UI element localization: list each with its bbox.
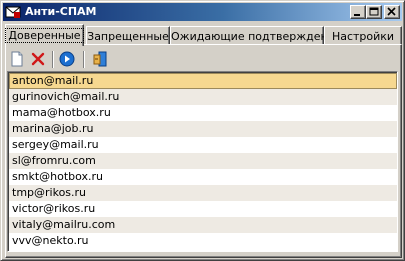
- list-item[interactable]: tmp@rikos.ru: [9, 185, 397, 201]
- tab-strip: Доверенные Запрещенные Ожидающие подтвер…: [5, 24, 402, 46]
- envelope-icon: [5, 4, 21, 20]
- minimize-icon: [354, 14, 360, 16]
- go-icon: [59, 51, 75, 67]
- delete-icon: [31, 52, 45, 66]
- toolbar-separator: [83, 51, 85, 68]
- list-item[interactable]: anton@mail.ru: [9, 73, 397, 89]
- tab-label: Запрещенные: [87, 30, 169, 43]
- maximize-button[interactable]: [366, 5, 382, 19]
- delete-button[interactable]: [29, 50, 47, 68]
- tab-blocked[interactable]: Запрещенные: [86, 26, 170, 45]
- window-title: Анти-СПАМ: [25, 5, 97, 18]
- go-button[interactable]: [58, 50, 76, 68]
- close-button[interactable]: [384, 5, 400, 19]
- anti-spam-window: Анти-СПАМ Доверенные Запрещенные Ожидающ…: [0, 0, 405, 261]
- tab-label: Доверенные: [5, 28, 84, 43]
- list-item[interactable]: vitaly@mailru.com: [9, 217, 397, 233]
- list-item[interactable]: sl@fromru.com: [9, 153, 397, 169]
- tab-label: Настройки: [331, 30, 395, 43]
- tab-trusted[interactable]: Доверенные: [5, 24, 84, 46]
- close-icon: [387, 7, 396, 16]
- new-button[interactable]: [8, 50, 26, 68]
- tab-settings[interactable]: Настройки: [324, 26, 402, 45]
- tab-pending[interactable]: Ожидающие подтверждения: [170, 26, 342, 45]
- toolbar: [8, 50, 128, 70]
- title-bar[interactable]: Анти-СПАМ: [3, 3, 402, 21]
- list-item[interactable]: victor@rikos.ru: [9, 201, 397, 217]
- list-item[interactable]: marina@job.ru: [9, 121, 397, 137]
- tab-label: Ожидающие подтверждения: [171, 30, 342, 43]
- new-document-icon: [11, 51, 23, 67]
- maximize-icon: [369, 7, 379, 16]
- exit-icon: [93, 51, 107, 67]
- list-item[interactable]: smkt@hotbox.ru: [9, 169, 397, 185]
- minimize-button[interactable]: [350, 5, 366, 19]
- list-item[interactable]: gurinovich@mail.ru: [9, 89, 397, 105]
- list-item[interactable]: sergey@mail.ru: [9, 137, 397, 153]
- email-list[interactable]: anton@mail.ru gurinovich@mail.ru mama@hotb…: [7, 71, 398, 252]
- toolbar-separator: [52, 51, 54, 68]
- exit-button[interactable]: [91, 50, 109, 68]
- list-item[interactable]: vvv@nekto.ru: [9, 233, 397, 249]
- list-item[interactable]: mama@hotbox.ru: [9, 105, 397, 121]
